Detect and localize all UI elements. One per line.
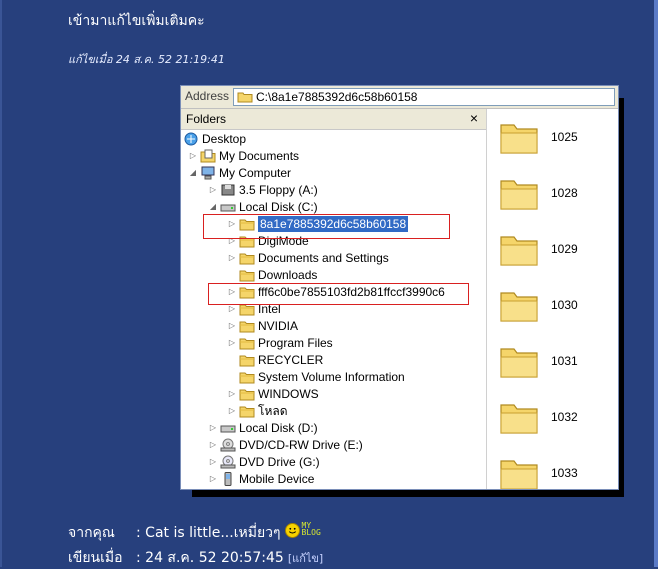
folder-icon (239, 387, 255, 401)
mobile-device-icon (220, 472, 236, 486)
expand-arrow-icon[interactable]: ▷ (208, 437, 218, 453)
smiley-icon (284, 523, 300, 538)
tree-item-label: My Documents (219, 149, 300, 163)
myblog-icon[interactable]: MY BLOG (301, 522, 321, 537)
tree-item-label: NVIDIA (258, 319, 299, 333)
left-border (0, 0, 2, 567)
expand-arrow-icon[interactable]: ▷ (227, 386, 237, 402)
folder-icon (500, 348, 538, 378)
tree-item-label: My Computer (219, 166, 292, 180)
expand-arrow-icon[interactable]: ▷ (208, 182, 218, 198)
folders-header: Folders × (181, 109, 486, 130)
from-label: จากคุณ (68, 525, 115, 541)
footer-written-row: เขียนเมื่อ : 24 ส.ค. 52 20:57:45 [แก้ไข] (68, 547, 323, 569)
tree-item-label: System Volume Information (258, 370, 405, 384)
address-label: Address (185, 89, 230, 103)
post-title: เข้ามาแก้ไขเพิ่มเติมคะ (68, 13, 205, 29)
expand-arrow-icon[interactable]: ▷ (227, 403, 237, 419)
my-computer-icon (200, 166, 216, 180)
expand-arrow-icon[interactable]: ◢ (188, 165, 198, 181)
written-label: เขียนเมื่อ (68, 550, 123, 566)
folder-icon (237, 92, 253, 103)
folder-icon (239, 336, 255, 350)
tree-item-label: Local Disk (D:) (239, 421, 318, 435)
close-icon[interactable]: × (470, 109, 478, 127)
folder-icon (500, 236, 538, 266)
tree-item-label: Downloads (258, 268, 318, 282)
folder-item[interactable]: 1032 (499, 399, 609, 439)
folder-item-label: 1025 (551, 130, 578, 144)
tree-item-label: Local Disk (C:) (239, 200, 318, 214)
tree-item-label: Program Files (258, 336, 333, 350)
address-bar: Address C:\8a1e7885392d6c58b60158 (181, 86, 618, 109)
folder-item-label: 1029 (551, 242, 578, 256)
folder-icon (500, 460, 538, 489)
folder-icon (500, 404, 538, 434)
tree-item-label: RECYCLER (258, 353, 324, 367)
folders-label: Folders (186, 112, 227, 126)
folder-icon (239, 370, 255, 384)
tree-item-label: DVD/CD-RW Drive (E:) (239, 438, 363, 452)
expand-arrow-icon[interactable]: ▷ (227, 335, 237, 351)
expand-arrow-icon[interactable]: ▷ (227, 318, 237, 334)
folder-icon (239, 319, 255, 333)
folder-icon (239, 353, 255, 367)
edit-link[interactable]: [แก้ไข] (288, 552, 323, 565)
floppy-icon (220, 183, 236, 197)
tree-item-label: Mobile Device (239, 472, 315, 486)
folder-icon (239, 268, 255, 282)
address-field[interactable]: C:\8a1e7885392d6c58b60158 (233, 88, 615, 106)
expand-arrow-icon[interactable]: ▷ (227, 250, 237, 266)
folder-item-label: 1031 (551, 354, 578, 368)
expand-arrow-icon[interactable]: ▷ (188, 148, 198, 164)
desktop-icon (183, 132, 199, 146)
folder-item[interactable]: 1030 (499, 287, 609, 327)
expand-arrow-icon[interactable]: ◢ (208, 199, 218, 215)
highlight-box-1 (203, 214, 450, 239)
folder-icons-pane: 1025 1028 1029 1030 1031 1032 1033 (487, 109, 618, 489)
folder-item-label: 1028 (551, 186, 578, 200)
from-value: : Cat is little...เหมี่ยวๆ (136, 525, 281, 541)
tree-item-label: Documents and Settings (258, 251, 389, 265)
folder-item[interactable]: 1033 (499, 455, 609, 489)
folder-item[interactable]: 1029 (499, 231, 609, 271)
tree-item-label: 3.5 Floppy (A:) (239, 183, 318, 197)
cd-drive-icon (220, 438, 236, 452)
folder-icon (239, 251, 255, 265)
edit-note: แก้ไขเมื่อ 24 ส.ค. 52 21:19:41 (68, 53, 225, 66)
folder-icon (239, 404, 255, 418)
folder-item-label: 1033 (551, 466, 578, 480)
expand-arrow-icon[interactable]: ▷ (208, 454, 218, 470)
tree-item-label: DVD Drive (G:) (239, 455, 320, 469)
right-border (654, 0, 658, 567)
folder-icon (500, 292, 538, 322)
expand-arrow-icon[interactable]: ▷ (208, 420, 218, 436)
folder-icon (500, 124, 538, 154)
tree-item-label: WINDOWS (258, 387, 319, 401)
tree-item-label: Desktop (202, 132, 247, 146)
my-documents-icon (200, 149, 216, 163)
tree-item-label: โหลด (258, 404, 288, 418)
highlight-box-2 (208, 283, 469, 305)
hard-disk-icon (220, 200, 236, 214)
expand-arrow-icon[interactable]: ▷ (208, 471, 218, 487)
folder-item-label: 1030 (551, 298, 578, 312)
folder-item-label: 1032 (551, 410, 578, 424)
hard-disk-icon (220, 421, 236, 435)
myblog-bottom: BLOG (301, 528, 321, 537)
folder-item[interactable]: 1025 (499, 119, 609, 159)
folder-item[interactable]: 1031 (499, 343, 609, 383)
folder-icon (500, 180, 538, 210)
address-path: C:\8a1e7885392d6c58b60158 (256, 90, 418, 104)
footer-from-row: จากคุณ : Cat is little...เหมี่ยวๆ MY BLOG (68, 522, 321, 544)
folder-item[interactable]: 1028 (499, 175, 609, 215)
dvd-drive-icon (220, 455, 236, 469)
written-value: : 24 ส.ค. 52 20:57:45 (136, 550, 284, 566)
